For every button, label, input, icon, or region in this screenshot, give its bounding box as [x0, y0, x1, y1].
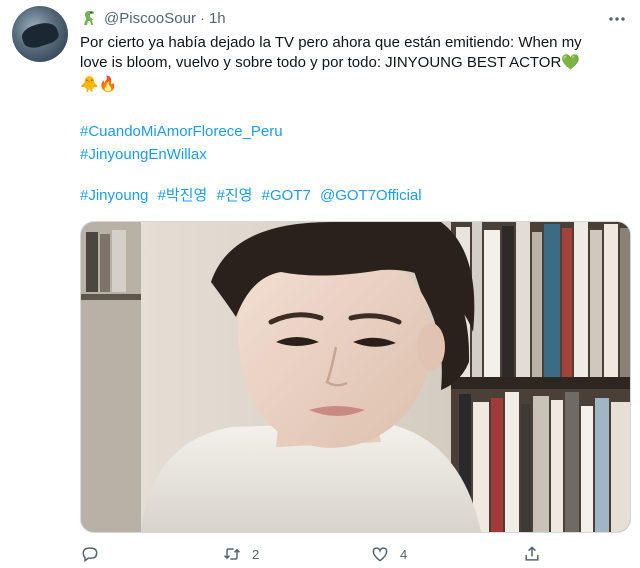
user-handle[interactable]: @PiscooSour	[104, 10, 196, 27]
hashtag-link[interactable]: #GOT7	[262, 187, 311, 204]
fire-emoji: 🔥	[98, 76, 118, 93]
avatar[interactable]	[12, 6, 68, 62]
tweet-photo[interactable]	[80, 221, 631, 533]
like-icon	[372, 547, 388, 562]
text-line-1: Por cierto ya había dejado la TV pero ah…	[80, 34, 582, 51]
avatar-shape	[19, 18, 61, 52]
green-heart-emoji: 💚	[561, 54, 580, 71]
retweet-button[interactable]: 2	[222, 544, 259, 564]
chick-emoji: 🐥	[80, 76, 99, 93]
timestamp[interactable]: 1h	[209, 10, 226, 27]
mention-link[interactable]: @GOT7Official	[320, 187, 422, 204]
tweet-text-line: Por cierto ya había dejado la TV pero ah…	[80, 33, 625, 53]
hashtag-link[interactable]: #JinyoungEnWillax	[80, 146, 207, 163]
separator-dot: ·	[199, 9, 205, 27]
tweet-text: Por cierto ya había dejado la TV pero ah…	[80, 33, 625, 97]
hashtag-line-1: #CuandoMiAmorFlorece_Peru	[80, 121, 600, 143]
more-icon[interactable]	[606, 8, 628, 30]
text-line-2: love is bloom, vuelvo y sobre todo y por…	[80, 54, 562, 71]
reply-icon	[82, 547, 98, 563]
share-icon	[525, 546, 539, 561]
like-count: 4	[400, 546, 408, 562]
share-button[interactable]	[522, 544, 542, 564]
action-bar: 2 4	[70, 544, 570, 566]
dino-icon	[80, 8, 100, 28]
like-button[interactable]: 4	[370, 544, 407, 564]
hashtag-link[interactable]: #CuandoMiAmorFlorece_Peru	[80, 123, 283, 140]
photo-illustration	[81, 222, 630, 532]
hashtag-line-3: #Jinyoung #박진영 #진영 #GOT7 @GOT7Official	[80, 185, 600, 207]
hashtag-link[interactable]: #박진영	[158, 187, 208, 204]
hashtag-link[interactable]: #Jinyoung	[80, 187, 148, 204]
hashtag-link[interactable]: #진영	[216, 187, 252, 204]
tweet-text-line: love is bloom, vuelvo y sobre todo y por…	[80, 53, 625, 73]
retweet-icon	[223, 548, 241, 560]
tweet[interactable]: @PiscooSour · 1h Por cierto ya había dej…	[0, 0, 640, 568]
tweet-header: @PiscooSour · 1h	[80, 7, 620, 29]
reply-button[interactable]	[80, 544, 110, 564]
hashtag-line-2: #JinyoungEnWillax	[80, 144, 600, 166]
emoji-line: 🐥🔥	[80, 73, 625, 97]
retweet-count: 2	[252, 546, 260, 562]
